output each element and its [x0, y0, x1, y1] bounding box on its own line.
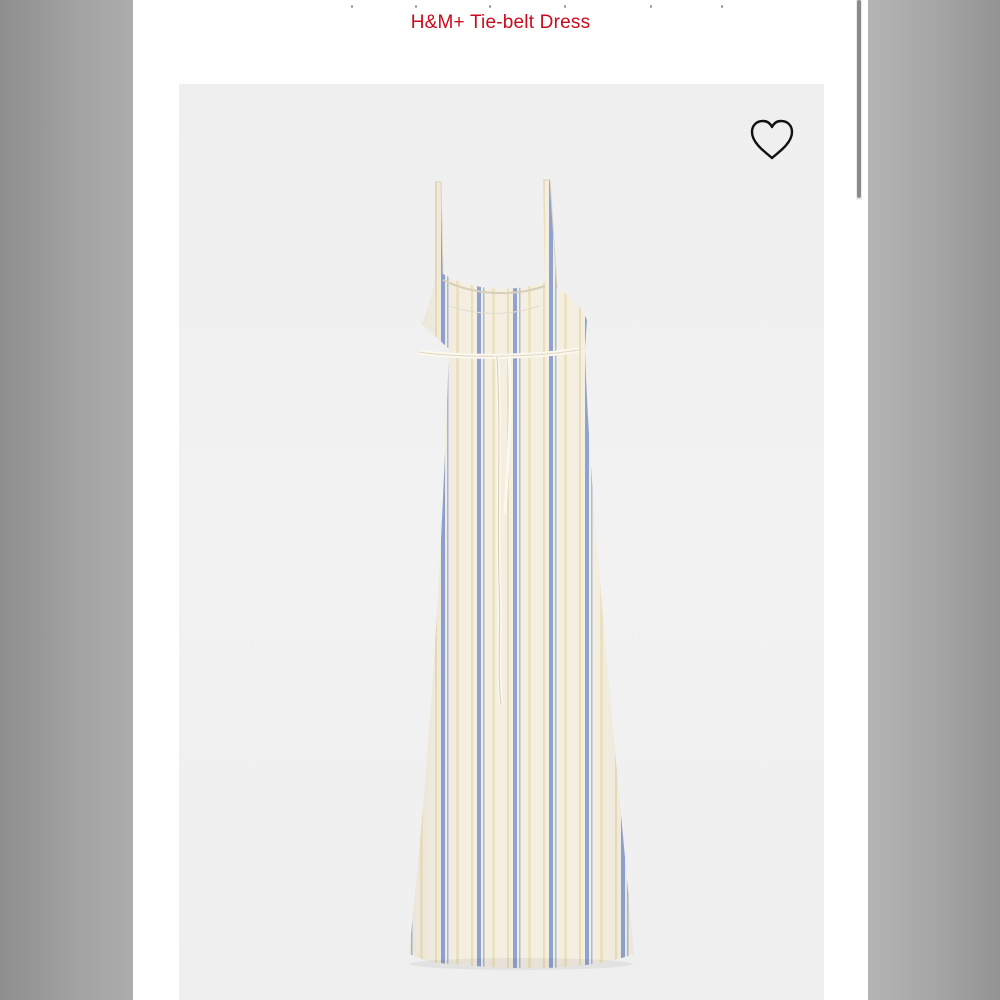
cropped-nav-remnants	[133, 0, 868, 10]
scrollbar[interactable]	[856, 0, 862, 200]
heart-outline-icon	[750, 119, 794, 160]
favorite-button[interactable]	[746, 114, 798, 166]
backdrop-right	[868, 0, 1000, 1000]
scrollbar-thumb[interactable]	[857, 0, 861, 198]
backdrop-left	[0, 0, 133, 1000]
product-page: H&M+ Tie-belt Dress	[133, 0, 868, 1000]
dress-photo	[409, 179, 634, 970]
product-image[interactable]	[179, 84, 824, 1000]
product-title[interactable]: H&M+ Tie-belt Dress	[133, 12, 868, 34]
